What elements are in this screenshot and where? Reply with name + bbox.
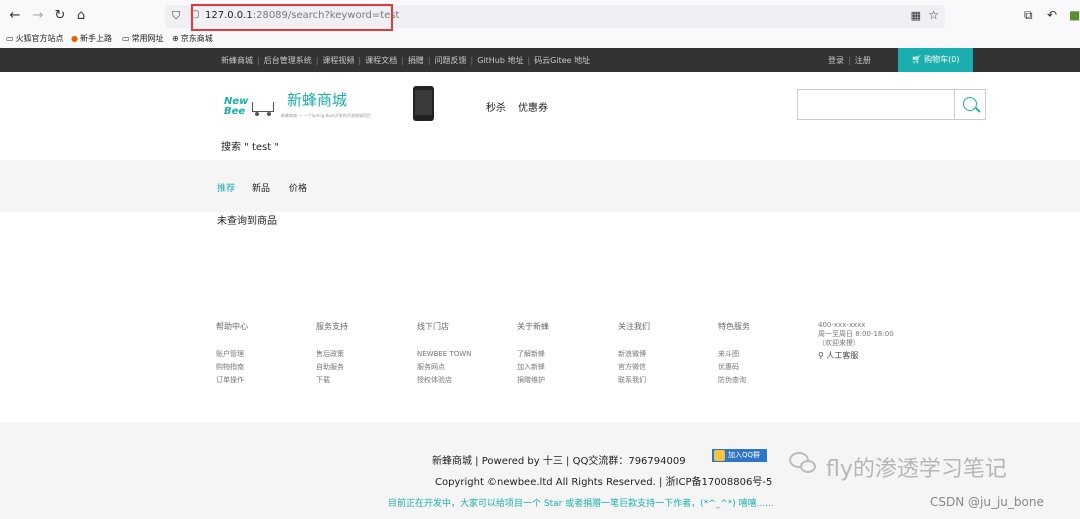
footer-column: 线下门店 NEWBEE TOWN 服务网点 授权体验店 [417,321,471,387]
search-input[interactable] [797,89,955,120]
footer-link[interactable]: 购物指南 [216,361,248,374]
tab-recommend[interactable]: 推荐 [217,181,235,194]
site-header: New Bee 新蜂商城 新蜂商城 — 一个Spring Boot开发的开源商城… [0,72,1080,160]
top-link[interactable]: 码云Gitee 地址 [534,55,590,66]
bookmark-star-icon[interactable]: ☆ [928,8,939,22]
copyright-line: Copyright ©newbee.ltd All Rights Reserve… [435,477,773,488]
cart-icon: 🛒︎ [911,55,922,64]
bookmark-item[interactable]: ● 新手上路 [71,33,112,44]
search-icon [963,97,977,111]
register-link[interactable]: 注册 [855,56,871,65]
csdn-watermark: CSDN @ju_ju_bone [930,495,1044,509]
undo-icon[interactable]: ↶ [1047,8,1057,22]
site-slogan: 新蜂商城 — 一个Spring Boot开发的开源商城项目 [281,113,371,118]
contact-phone: 400-xxx-xxxx [818,321,866,329]
folder-icon: ▭ [6,34,14,43]
addon-icon[interactable]: ■ [1069,8,1080,22]
search-result-label: 搜索 " test " [221,142,279,153]
footer-link[interactable]: 售后政策 [316,348,348,361]
footer-link[interactable]: 订单操作 [216,374,248,387]
footer-link[interactable]: 了解新蜂 [517,348,549,361]
browser-toolbar: ← → ↻ ⌂ ⛉ ▢ 127.0.0.1:28089/search?keywo… [0,0,1080,31]
support-message: 目前正在开发中，大家可以给项目一个 Star 或者捐赠一笔巨款支持一下作者，(*… [388,499,774,509]
url-highlight-box [191,4,393,31]
search-icon: ⚲ [818,351,824,360]
top-links: 新蜂商城 | 后台管理系统 | 课程视频 | 课程文档 | 捐赠 | 问题反馈 | GitHub 地址 |… [221,55,591,66]
footer-contact: 400-xxx-xxxx 周一至周日 8:00-18:00 （欢迎来撩） ⚲ 人… [818,321,894,360]
footer-column: 关注我们 新浪微博 官方微信 联系我们 [618,321,650,387]
top-link[interactable]: 课程视频 [322,55,354,66]
footer-column: 服务支持 售后政策 自助服务 下载 [316,321,348,387]
top-link[interactable]: 课程文档 [365,55,397,66]
search-button[interactable] [954,89,986,120]
nav-coupon[interactable]: 优惠券 [518,99,548,114]
top-link[interactable]: GitHub 地址 [477,55,523,66]
globe-icon: ⊕ [172,34,179,43]
join-qq-group-button[interactable]: 加入QQ群 [712,449,767,462]
sort-bar: 推荐 新品 价格 [0,160,1080,212]
site-logo[interactable]: New Bee [224,96,284,122]
login-link[interactable]: 登录 [828,56,844,65]
qr-code-icon[interactable]: ▦ [911,9,921,22]
top-link[interactable]: 后台管理系统 [264,55,312,66]
bookmarks-bar: ▭ 火狐官方站点 ● 新手上路 ▭ 常用网址 ⊕ 京东商城 [0,31,1080,48]
bookmark-item[interactable]: ⊕ 京东商城 [172,33,213,44]
empty-result-message: 未查询到商品 [217,216,277,227]
footer-link[interactable]: 来斗图 [718,348,750,361]
top-link[interactable]: 问题反馈 [435,55,467,66]
reload-icon[interactable]: ↻ [51,7,69,25]
footer-info-line: 新蜂商城 | Powered by 十三 | QQ交流群：796794009 [432,456,686,467]
footer-link[interactable]: 下载 [316,374,348,387]
top-link[interactable]: 捐赠 [408,55,424,66]
shield-icon[interactable]: ⛉ [172,9,180,23]
home-icon[interactable]: ⌂ [72,7,90,25]
logo-cart-icon [252,102,274,112]
forward-icon[interactable]: → [29,7,47,25]
site-name[interactable]: 新蜂商城 [287,89,347,110]
customer-service-link[interactable]: ⚲ 人工客服 [818,351,894,360]
footer-link[interactable]: 捐赠维护 [517,374,549,387]
wechat-logo-icon [789,449,819,479]
footer-link[interactable]: 授权体验店 [417,374,471,387]
footer-link[interactable]: 优惠码 [718,361,750,374]
extension-icon[interactable]: ⧉ [1024,8,1033,23]
firefox-icon: ● [71,34,78,43]
folder-icon: ▭ [122,34,130,43]
footer-link[interactable]: 联系我们 [618,374,650,387]
tab-price[interactable]: 价格 [289,181,307,194]
contact-welcome: （欢迎来撩） [818,339,860,347]
footer-column: 关于新蜂 了解新蜂 加入新蜂 捐赠维护 [517,321,549,387]
bookmark-item[interactable]: ▭ 火狐官方站点 [6,33,64,44]
footer-link[interactable]: 服务网点 [417,361,471,374]
footer-link[interactable]: 新浪微博 [618,348,650,361]
footer-column: 帮助中心 账户管理 购物指南 订单操作 [216,321,248,387]
nav-seckill[interactable]: 秒杀 [486,99,506,114]
footer-link[interactable]: 防伪查询 [718,374,750,387]
footer-link[interactable]: 自助服务 [316,361,348,374]
footer-column: 特色服务 来斗图 优惠码 防伪查询 [718,321,750,387]
tab-new[interactable]: 新品 [252,181,270,194]
footer-link[interactable]: 加入新蜂 [517,361,549,374]
bookmark-item[interactable]: ▭ 常用网址 [122,33,164,44]
browser-chrome: ← → ↻ ⌂ ⛉ ▢ 127.0.0.1:28089/search?keywo… [0,0,1080,48]
contact-hours: 周一至周日 8:00-18:00 [818,330,894,338]
cart-button[interactable]: 🛒︎ 购物车(0) [898,48,973,72]
back-icon[interactable]: ← [6,7,24,25]
top-link[interactable]: 新蜂商城 [221,55,253,66]
footer-link[interactable]: 官方微信 [618,361,650,374]
phone-image[interactable] [413,86,434,121]
footer-link[interactable]: NEWBEE TOWN [417,348,471,361]
auth-links: 登录 | 注册 [828,56,871,65]
watermark-text: fly的渗透学习笔记 [826,457,1007,482]
footer-link[interactable]: 账户管理 [216,348,248,361]
site-top-bar: 新蜂商城 | 后台管理系统 | 课程视频 | 课程文档 | 捐赠 | 问题反馈 | GitHub 地址 |… [0,48,1080,72]
